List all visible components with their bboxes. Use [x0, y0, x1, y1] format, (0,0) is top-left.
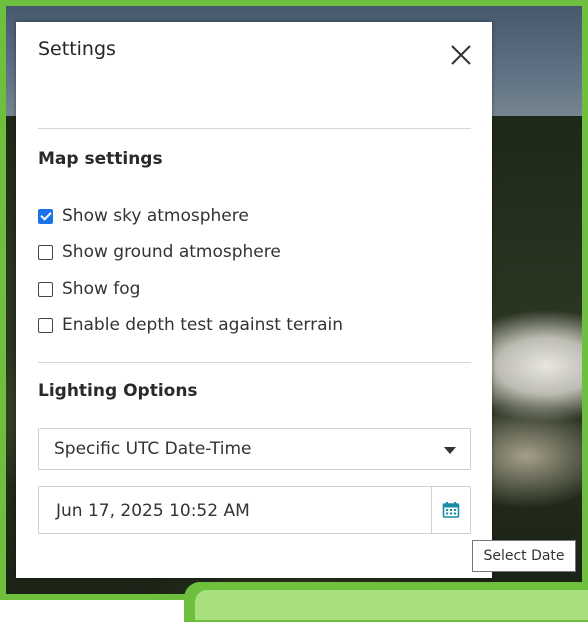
option-enable-depth-test[interactable]: Enable depth test against terrain — [38, 314, 343, 336]
close-icon — [451, 45, 471, 65]
map-settings-heading: Map settings — [38, 149, 163, 169]
calendar-icon — [442, 502, 460, 518]
option-label: Enable depth test against terrain — [62, 315, 344, 335]
lighting-mode-value: Specific UTC Date-Time — [54, 439, 252, 459]
option-label: Show ground atmosphere — [62, 242, 281, 262]
bottom-panel-inner — [195, 590, 588, 620]
option-label: Show sky atmosphere — [62, 206, 249, 226]
select-date-button[interactable] — [431, 487, 470, 533]
dialog-title: Settings — [38, 38, 116, 60]
checkbox-show-sky-atmosphere[interactable] — [38, 208, 53, 224]
checkbox-show-fog[interactable] — [38, 281, 53, 297]
option-show-sky-atmosphere[interactable]: Show sky atmosphere — [38, 205, 249, 227]
select-date-tooltip: Select Date — [472, 540, 576, 572]
divider — [38, 362, 471, 363]
checkbox-enable-depth-test[interactable] — [38, 317, 53, 333]
checkbox-show-ground-atmosphere[interactable] — [38, 244, 53, 260]
date-time-field[interactable]: Jun 17, 2025 10:52 AM — [38, 486, 471, 534]
settings-dialog: Settings Map settings Show sky atmospher… — [16, 22, 492, 578]
lighting-mode-select[interactable]: Specific UTC Date-Time — [38, 428, 471, 470]
option-show-fog[interactable]: Show fog — [38, 278, 140, 300]
option-show-ground-atmosphere[interactable]: Show ground atmosphere — [38, 241, 281, 263]
option-label: Show fog — [62, 279, 141, 299]
date-time-value: Jun 17, 2025 10:52 AM — [56, 501, 250, 521]
chevron-down-icon — [444, 447, 456, 454]
lighting-options-heading: Lighting Options — [38, 381, 198, 401]
close-button[interactable] — [446, 40, 476, 70]
divider — [38, 128, 471, 129]
